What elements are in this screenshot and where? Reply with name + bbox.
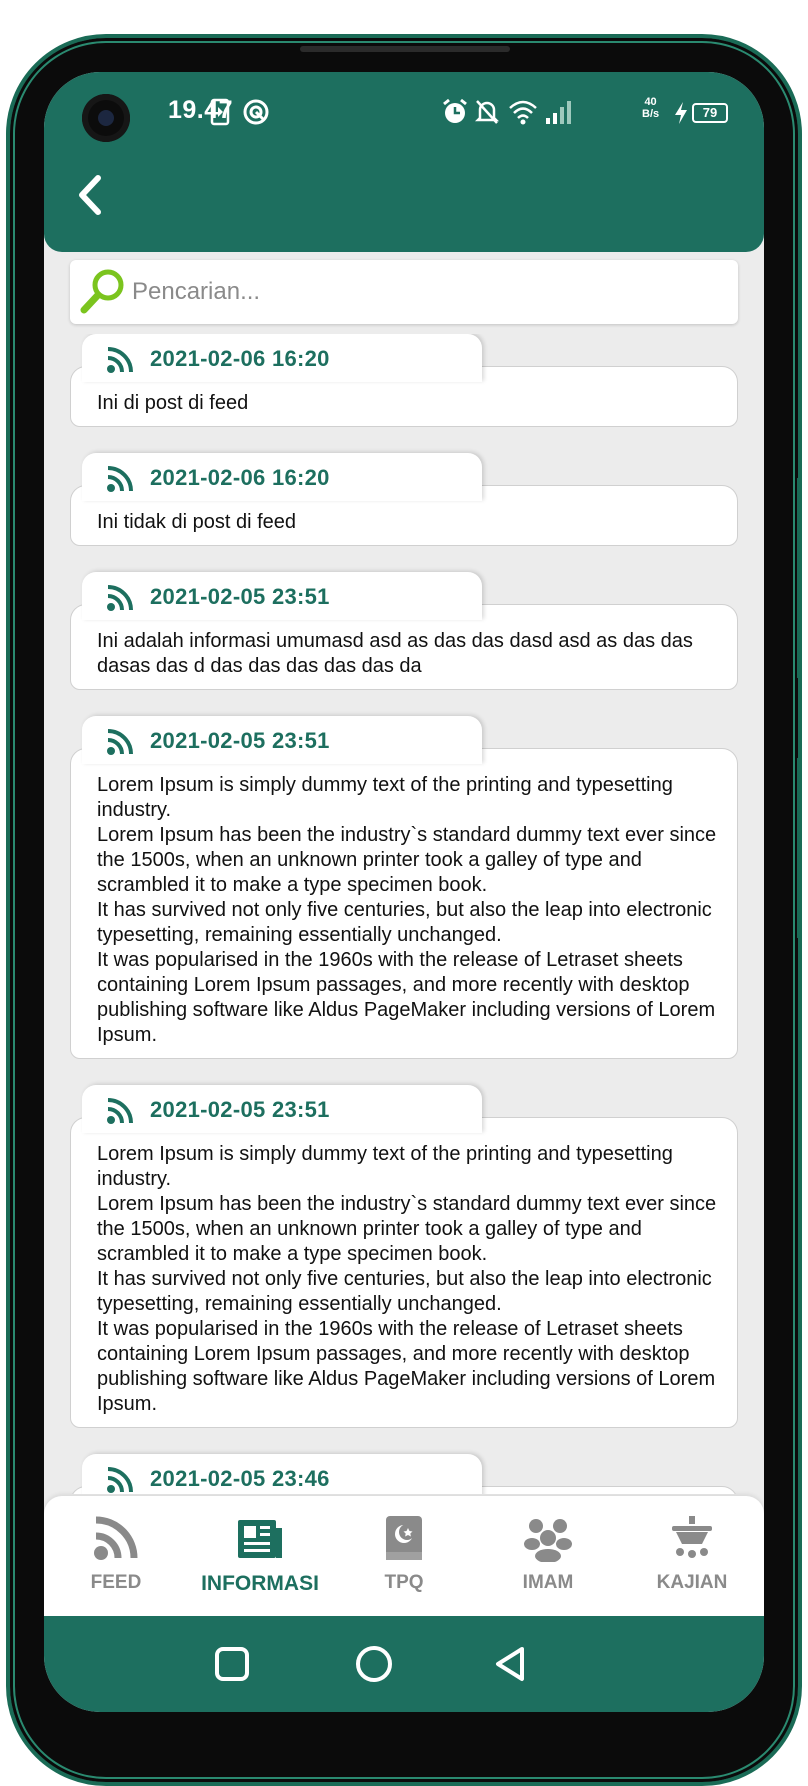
item-date: 2021-02-05 23:51 (150, 584, 330, 609)
circle-icon (356, 1646, 392, 1682)
status-bar: 19.47 40 B/s 79 (44, 72, 764, 142)
nav-imam-label: IMAM (522, 1572, 574, 1593)
app-header: 19.47 40 B/s 79 (44, 72, 764, 252)
rss-icon (106, 1097, 134, 1130)
signal-icon (544, 98, 574, 131)
item-date: 2021-02-05 23:51 (150, 1097, 330, 1122)
item-date: 2021-02-05 23:46 (150, 1466, 330, 1491)
item-date: 2021-02-06 16:20 (150, 465, 330, 490)
charging-icon (674, 102, 688, 129)
search-input[interactable] (132, 270, 722, 314)
front-camera (82, 94, 130, 142)
item-header: 2021-02-05 23:51 (82, 572, 482, 620)
nav-feed-label: FEED (90, 1572, 142, 1593)
list-item[interactable]: 2021-02-05 23:46 (44, 1454, 764, 1494)
list-item[interactable]: 2021-02-06 16:20 Ini tidak di post di fe… (44, 453, 764, 546)
app-screen: 19.47 40 B/s 79 Pencarian... 2021-02-06 … (44, 72, 764, 1712)
search-icon (78, 266, 128, 321)
chevron-left-icon (79, 175, 101, 215)
list-item[interactable]: 2021-02-05 23:51 Lorem Ipsum is simply d… (44, 1085, 764, 1428)
square-icon (215, 1647, 249, 1681)
volume-button (797, 478, 802, 678)
item-text: Lorem Ipsum is simply dummy text of the … (70, 1117, 738, 1428)
nav-informasi-label: INFORMASI (201, 1572, 319, 1595)
nav-kajian-label: KAJIAN (656, 1572, 728, 1593)
item-header: 2021-02-06 16:20 (82, 453, 482, 501)
nav-imam[interactable]: IMAM (476, 1514, 620, 1614)
mute-icon (474, 98, 500, 131)
sim-icon (210, 98, 230, 131)
rss-icon (106, 346, 134, 379)
back-button[interactable] (70, 170, 110, 220)
feed-list: 2021-02-06 16:20 Ini di post di feed 202… (44, 334, 764, 1494)
nav-kajian[interactable]: KAJIAN (620, 1514, 764, 1614)
nav-tpq[interactable]: TPQ (332, 1514, 476, 1614)
system-navigation-bar (44, 1616, 764, 1712)
item-date: 2021-02-05 23:51 (150, 728, 330, 753)
speaker-grille (300, 46, 510, 52)
alarm-icon (442, 98, 468, 131)
back-nav-button[interactable] (490, 1644, 530, 1689)
net-speed-unit: B/s (642, 108, 660, 120)
triangle-back-icon (496, 1647, 524, 1681)
item-header: 2021-02-06 16:20 (82, 334, 482, 382)
nav-feed[interactable]: FEED (44, 1514, 188, 1614)
item-header: 2021-02-05 23:46 (82, 1454, 482, 1494)
rss-icon (106, 584, 134, 617)
list-item[interactable]: 2021-02-06 16:20 Ini di post di feed (44, 334, 764, 427)
net-speed-value: 40 (644, 96, 657, 108)
search-bar (70, 260, 738, 324)
power-button (797, 758, 802, 938)
group-icon (524, 1519, 572, 1562)
list-item[interactable]: 2021-02-05 23:51 Ini adalah informasi um… (44, 572, 764, 690)
wifi-icon (508, 98, 538, 131)
bottom-navigation: FEED INFORMASI TPQ IMAM KAJIAN (44, 1496, 764, 1616)
item-header: 2021-02-05 23:51 (82, 716, 482, 764)
rss-icon (94, 1516, 138, 1560)
kajian-icon (672, 1516, 712, 1558)
recents-button[interactable] (212, 1644, 252, 1689)
nav-tpq-label: TPQ (384, 1572, 424, 1593)
rss-icon (106, 728, 134, 761)
rss-icon (106, 465, 134, 498)
battery-indicator: 79 (692, 103, 728, 123)
nav-informasi[interactable]: INFORMASI (188, 1514, 332, 1614)
item-date: 2021-02-06 16:20 (150, 346, 330, 371)
item-header: 2021-02-05 23:51 (82, 1085, 482, 1133)
net-speed: 40 B/s (642, 96, 659, 120)
list-item[interactable]: 2021-02-05 23:51 Lorem Ipsum is simply d… (44, 716, 764, 1059)
sync-icon (242, 98, 270, 131)
rss-icon (106, 1466, 134, 1494)
home-button[interactable] (354, 1644, 394, 1689)
quran-book-icon (386, 1516, 422, 1560)
item-text: Lorem Ipsum is simply dummy text of the … (70, 748, 738, 1059)
newspaper-icon (238, 1520, 282, 1558)
